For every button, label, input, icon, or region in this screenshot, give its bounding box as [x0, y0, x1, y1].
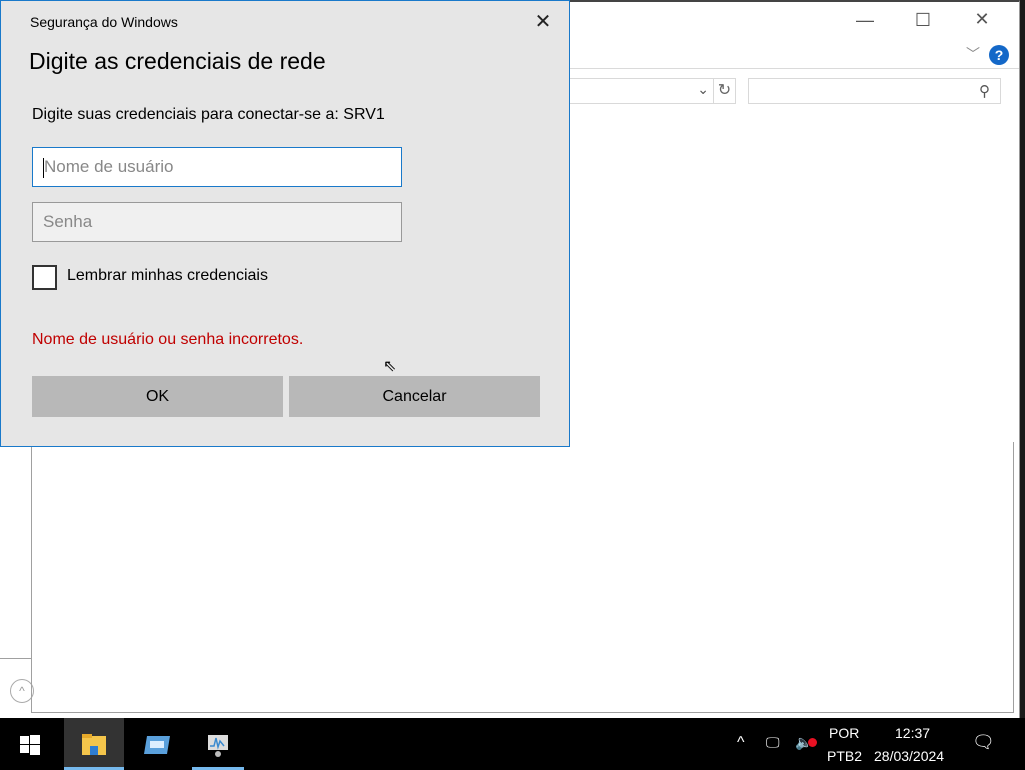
taskbar: ^ 🖵 🔈 POR PTB2 12:37 28/03/2024 🗨 — [0, 718, 1025, 770]
dialog-close-icon[interactable]: ✕ — [531, 9, 555, 34]
taskbar-server-manager[interactable] — [127, 718, 187, 770]
folder-icon — [82, 734, 106, 756]
credentials-dialog: Segurança do Windows ✕ Digite as credenc… — [0, 0, 570, 447]
remember-checkbox[interactable] — [32, 265, 57, 290]
dialog-subtitle: Digite suas credenciais para conectar-se… — [32, 106, 385, 123]
volume-muted-icon[interactable]: 🔈 — [795, 734, 818, 751]
password-input[interactable]: Senha — [32, 202, 402, 242]
remember-label[interactable]: Lembrar minhas credenciais — [67, 267, 268, 285]
network-icon[interactable]: 🖵 — [766, 734, 780, 751]
start-button[interactable] — [0, 718, 60, 770]
close-button[interactable]: ✕ — [962, 9, 1002, 30]
content-pane — [31, 442, 1014, 713]
address-bar[interactable]: ⌄ ↻ — [560, 78, 736, 104]
dialog-title: Segurança do Windows — [30, 14, 178, 30]
search-icon: ⚲ — [979, 83, 990, 100]
mouse-cursor-icon: ⇖ — [383, 358, 397, 375]
keyboard-layout[interactable]: PTB2 — [827, 748, 862, 764]
taskbar-performance-monitor[interactable] — [192, 718, 244, 770]
cancel-button[interactable]: Cancelar — [289, 376, 540, 417]
error-message: Nome de usuário ou senha incorretos. — [32, 331, 304, 348]
password-placeholder: Senha — [43, 212, 93, 231]
username-placeholder: Nome de usuário — [44, 157, 174, 176]
windows-logo-icon — [20, 735, 40, 756]
clock-time[interactable]: 12:37 — [895, 725, 930, 741]
language-code[interactable]: POR — [829, 725, 859, 741]
ribbon-expand-chevron-icon[interactable]: ﹀ — [966, 44, 980, 64]
maximize-button[interactable]: ☐ — [903, 10, 943, 31]
help-icon[interactable]: ? — [989, 45, 1009, 65]
minimize-button[interactable]: — — [845, 10, 885, 31]
chevron-down-icon[interactable]: ⌄ — [697, 81, 709, 98]
ok-button[interactable]: OK — [32, 376, 283, 417]
taskbar-file-explorer[interactable] — [64, 718, 124, 770]
dialog-heading: Digite as credenciais de rede — [29, 48, 326, 74]
server-manager-icon — [144, 736, 170, 755]
action-center-icon[interactable]: 🗨 — [972, 732, 995, 753]
refresh-icon[interactable]: ↻ — [713, 79, 735, 103]
username-input[interactable]: Nome de usuário — [32, 147, 402, 187]
show-hidden-icons-chevron[interactable]: ^ — [737, 734, 745, 752]
performance-monitor-icon — [208, 735, 228, 758]
search-input[interactable]: ⚲ — [748, 78, 1001, 104]
clock-date[interactable]: 28/03/2024 — [874, 748, 944, 764]
pane-divider — [0, 658, 31, 659]
